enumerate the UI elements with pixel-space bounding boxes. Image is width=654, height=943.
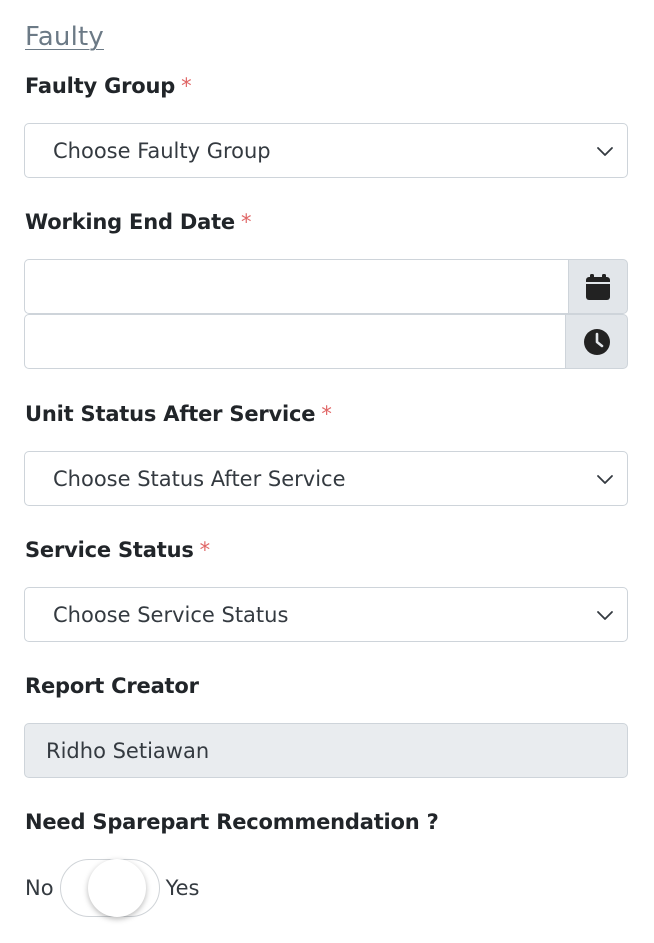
sparepart-toggle-row: No Yes xyxy=(25,858,199,918)
chevron-down-icon xyxy=(597,610,613,620)
time-input[interactable] xyxy=(24,314,565,369)
clock-icon xyxy=(583,328,610,355)
unit-status-label: Unit Status After Service * xyxy=(25,402,332,426)
report-creator-label: Report Creator xyxy=(25,674,199,698)
toggle-on-label: Yes xyxy=(165,876,200,900)
required-mark: * xyxy=(240,210,252,234)
sparepart-recommendation-toggle[interactable] xyxy=(59,858,160,918)
toggle-off-label: No xyxy=(25,876,54,900)
required-mark: * xyxy=(181,74,192,98)
unit-status-selected-value: Choose Status After Service xyxy=(53,466,346,491)
working-end-date-label: Working End Date * xyxy=(25,210,252,234)
working-end-date-label-text: Working End Date xyxy=(25,210,235,234)
service-status-select[interactable]: Choose Service Status xyxy=(24,587,628,642)
date-picker-button[interactable] xyxy=(568,259,628,314)
required-mark: * xyxy=(321,402,332,426)
time-input-group xyxy=(24,314,628,369)
required-mark: * xyxy=(199,538,211,562)
service-status-label: Service Status * xyxy=(25,538,210,562)
chevron-down-icon xyxy=(597,146,613,156)
date-input-group xyxy=(24,259,628,314)
sparepart-recommendation-label: Need Sparepart Recommendation ? xyxy=(25,810,439,834)
toggle-knob[interactable] xyxy=(87,859,146,917)
chevron-down-icon xyxy=(597,474,613,484)
service-status-label-text: Service Status xyxy=(25,538,194,562)
date-input[interactable] xyxy=(24,259,568,314)
faulty-section-link[interactable]: Faulty xyxy=(25,22,104,52)
faulty-form: Faulty Faulty Group * Choose Faulty Group… xyxy=(0,0,654,943)
faulty-group-selected-value: Choose Faulty Group xyxy=(53,138,271,163)
faulty-group-select[interactable]: Choose Faulty Group xyxy=(24,123,628,178)
report-creator-field: Ridho Setiawan xyxy=(24,723,628,778)
unit-status-select[interactable]: Choose Status After Service xyxy=(24,451,628,506)
unit-status-label-text: Unit Status After Service xyxy=(25,402,316,426)
faulty-group-label: Faulty Group * xyxy=(25,74,192,98)
service-status-selected-value: Choose Service Status xyxy=(53,602,289,627)
calendar-icon xyxy=(586,273,610,300)
time-picker-button[interactable] xyxy=(565,314,628,369)
faulty-group-label-text: Faulty Group xyxy=(25,74,176,98)
